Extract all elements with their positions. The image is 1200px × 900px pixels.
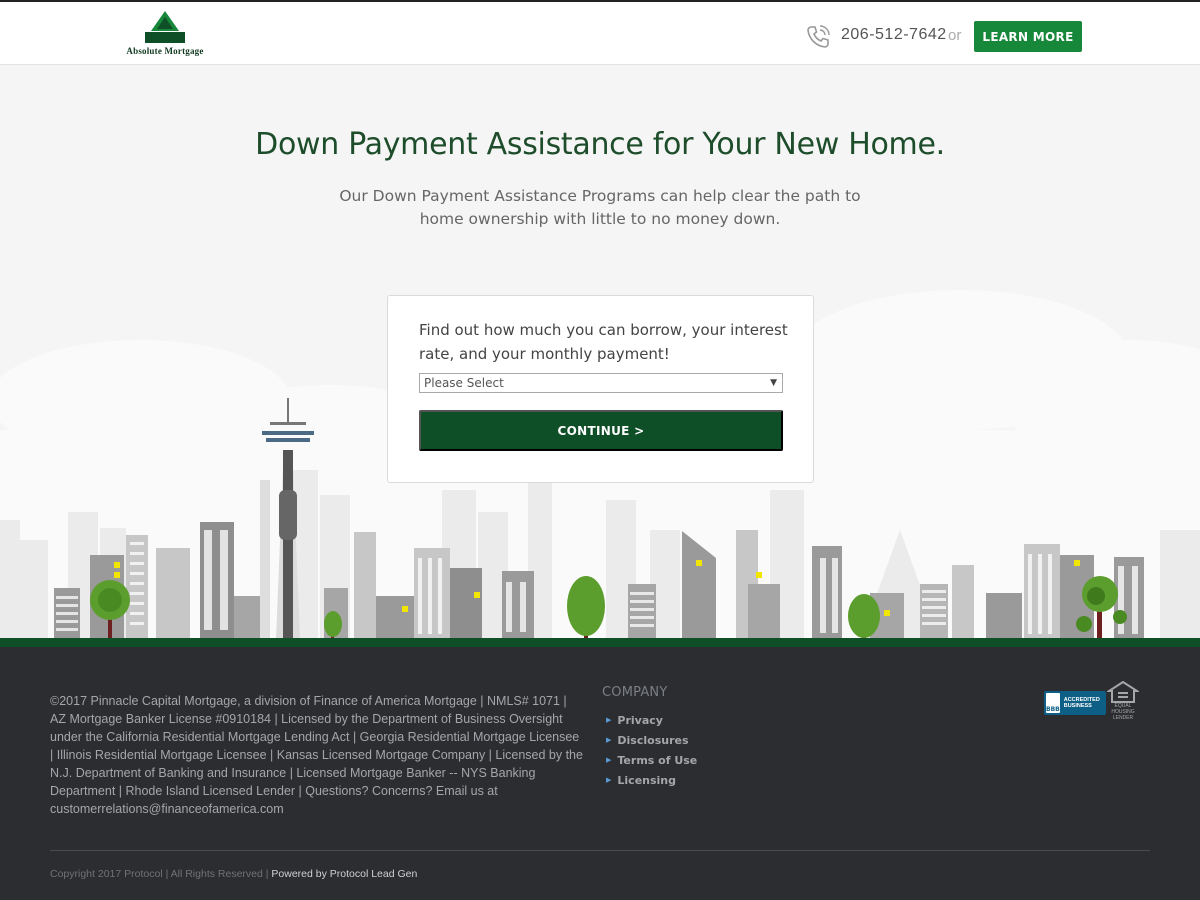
footer-divider (50, 850, 1150, 851)
company-links: ▶ Privacy ▶ Disclosures ▶ Terms of Use ▶ Lic… (606, 710, 697, 790)
footer-link-privacy[interactable]: ▶ Privacy (606, 710, 697, 730)
phone-icon (807, 25, 830, 48)
continue-button[interactable]: CONTINUE > (419, 410, 783, 451)
phone-number[interactable]: 206-512-7642 (841, 26, 947, 44)
equal-housing-lender-badge: EQUAL HOUSING LENDER (1105, 680, 1141, 721)
equal-housing-label: EQUAL HOUSING LENDER (1111, 703, 1135, 721)
footer-copyright: Copyright 2017 Protocol | All Rights Res… (50, 868, 417, 880)
bbb-logo-icon: BBB (1046, 693, 1060, 713)
footer-link-label: Licensing (617, 773, 677, 787)
caret-right-icon: ▶ (606, 716, 612, 724)
page-subtitle: Our Down Payment Assistance Programs can… (339, 187, 861, 228)
footer-link-terms[interactable]: ▶ Terms of Use (606, 750, 697, 770)
footer-link-disclosures[interactable]: ▶ Disclosures (606, 730, 697, 750)
copyright-text: Copyright 2017 Protocol | All Rights Res… (50, 868, 269, 880)
learn-more-button[interactable]: LEARN MORE (974, 21, 1082, 52)
site-header: Absolute Mortgage 206-512-7642 or LEARN … (0, 2, 1200, 65)
site-footer: ©2017 Pinnacle Capital Mortgage, a divis… (0, 647, 1200, 900)
page-title: Down Payment Assistance for Your New Hom… (255, 127, 945, 162)
company-heading: COMPANY (602, 685, 668, 700)
select-value: Please Select (424, 376, 504, 390)
logo-text: Absolute Mortgage (126, 46, 204, 56)
loan-purpose-select[interactable]: Please Select ▼ (419, 373, 783, 393)
ground-band (0, 638, 1200, 647)
logo[interactable]: Absolute Mortgage (117, 11, 213, 59)
bbb-label: ACCREDITED BUSINESS (1063, 697, 1100, 709)
caret-right-icon: ▶ (606, 756, 612, 764)
legal-disclaimer: ©2017 Pinnacle Capital Mortgage, a divis… (50, 694, 583, 816)
logo-mountain-icon (145, 11, 185, 43)
or-text: or (948, 27, 962, 44)
footer-link-label: Disclosures (617, 733, 689, 747)
caret-right-icon: ▶ (606, 736, 612, 744)
equal-housing-icon (1105, 680, 1141, 703)
bbb-accredited-badge[interactable]: BBB ACCREDITED BUSINESS (1044, 691, 1106, 715)
dropdown-arrow-icon: ▼ (770, 378, 777, 388)
powered-by-link[interactable]: Powered by Protocol Lead Gen (271, 868, 417, 880)
caret-right-icon: ▶ (606, 776, 612, 784)
footer-link-licensing[interactable]: ▶ Licensing (606, 770, 697, 790)
footer-link-label: Terms of Use (617, 753, 698, 767)
footer-link-label: Privacy (617, 713, 663, 727)
form-question: Find out how much you can borrow, your i… (419, 321, 788, 363)
lead-form-card: Find out how much you can borrow, your i… (387, 295, 814, 483)
